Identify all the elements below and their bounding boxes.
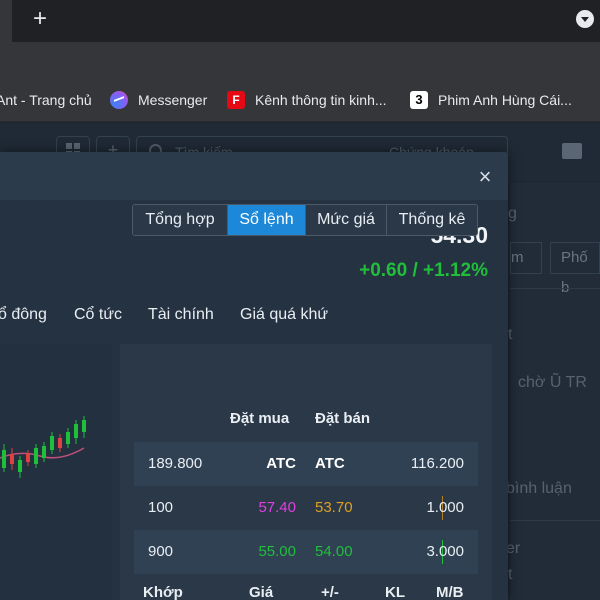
background-text: bình luận	[506, 480, 572, 497]
price-chart	[0, 344, 112, 600]
segment-price-level[interactable]: Mức giá	[306, 205, 387, 235]
messenger-icon	[110, 91, 128, 109]
background-text: t	[508, 326, 513, 343]
tab-search-icon[interactable]	[576, 10, 594, 28]
candle	[74, 424, 78, 438]
candle	[50, 436, 54, 450]
candle	[18, 460, 22, 472]
segment-order-book[interactable]: Sổ lệnh	[228, 205, 306, 235]
background-text: g	[508, 205, 517, 222]
buy-volume: 100	[148, 499, 174, 516]
buy-price: 55.00	[258, 543, 296, 560]
match-header-change: +/-	[321, 584, 339, 600]
order-row: 900 55.00 54.00 3.000	[134, 530, 478, 574]
sell-volume: 116.200	[410, 455, 464, 472]
sell-volume: 1.000	[426, 499, 464, 516]
browser-toolbar	[0, 42, 600, 78]
match-header-price: Giá	[249, 584, 274, 600]
match-header-side: M/B	[436, 584, 464, 600]
match-header-time: Khớp	[143, 584, 183, 600]
buy-price: 57.40	[258, 499, 296, 516]
divider	[510, 288, 600, 289]
new-tab-button[interactable]: +	[27, 6, 53, 32]
candle	[34, 448, 38, 464]
match-header-volume: KL	[385, 584, 405, 600]
bookmark-label: Phim Anh Hùng Cái...	[438, 92, 572, 108]
candle	[10, 454, 14, 464]
buy-price: ATC	[266, 455, 296, 472]
bookmark-messenger[interactable]: Messenger	[110, 88, 207, 112]
close-icon[interactable]: ×	[474, 166, 496, 188]
segment-summary[interactable]: Tổng hợp	[133, 205, 228, 235]
tab-shareholders[interactable]: ổ đông	[0, 306, 47, 324]
sell-volume: 3.000	[426, 543, 464, 560]
background-tab-label: m	[511, 249, 524, 266]
bookmark-phim-anh-hung[interactable]: 3 Phim Anh Hùng Cái...	[410, 88, 572, 112]
bookmark-label: Kênh thông tin kinh...	[255, 92, 387, 108]
price-change: +0.60 / +1.12%	[359, 260, 488, 281]
bookmark-kenh-thong-tin[interactable]: F Kênh thông tin kinh...	[227, 88, 387, 112]
bookmarks-bar: Ant - Trang chủ Messenger F Kênh thông t…	[0, 78, 600, 122]
bookmark-ant-home[interactable]: Ant - Trang chủ	[0, 88, 92, 112]
sell-price: 53.70	[315, 499, 353, 516]
candlestick-chart	[0, 416, 86, 478]
background-text: er	[506, 540, 521, 557]
browser-tabstrip: +	[0, 0, 600, 42]
dialog-header	[0, 152, 508, 200]
candle	[42, 446, 46, 458]
sell-header: Đặt bán	[315, 410, 371, 427]
bookmark-label: Ant - Trang chủ	[0, 92, 92, 108]
sell-price: ATC	[315, 455, 345, 472]
tab-financials[interactable]: Tài chính	[148, 306, 214, 324]
background-tab: m	[510, 242, 542, 274]
red-f-icon: F	[227, 91, 245, 109]
chat-icon	[562, 143, 582, 159]
candle	[82, 420, 86, 432]
segment-statistics[interactable]: Thống kê	[387, 205, 477, 235]
candle	[26, 454, 30, 462]
background-text: chờ Ũ TR	[518, 374, 587, 391]
candle	[66, 432, 70, 444]
background-tab: Phố b	[550, 242, 600, 296]
sell-price: 54.00	[315, 543, 353, 560]
active-tab[interactable]	[0, 0, 12, 42]
order-view-switcher: Tổng hợp Sổ lệnh Mức giá Thống kê	[132, 204, 478, 236]
bookmark-label: Messenger	[138, 92, 208, 108]
tab-price-history[interactable]: Giá quá khứ	[240, 306, 328, 324]
order-row: 189.800 ATC ATC 116.200	[134, 442, 478, 486]
background-text: t	[508, 566, 513, 583]
tab-dividends[interactable]: Cổ tức	[74, 306, 122, 324]
candle	[2, 450, 6, 468]
buy-header: Đặt mua	[230, 410, 290, 427]
three-icon: 3	[410, 91, 428, 109]
order-row: 100 57.40 53.70 1.000	[134, 486, 478, 530]
divider	[510, 520, 600, 521]
buy-volume: 900	[148, 543, 174, 560]
buy-volume: 189.800	[148, 455, 203, 472]
candle	[58, 438, 62, 448]
